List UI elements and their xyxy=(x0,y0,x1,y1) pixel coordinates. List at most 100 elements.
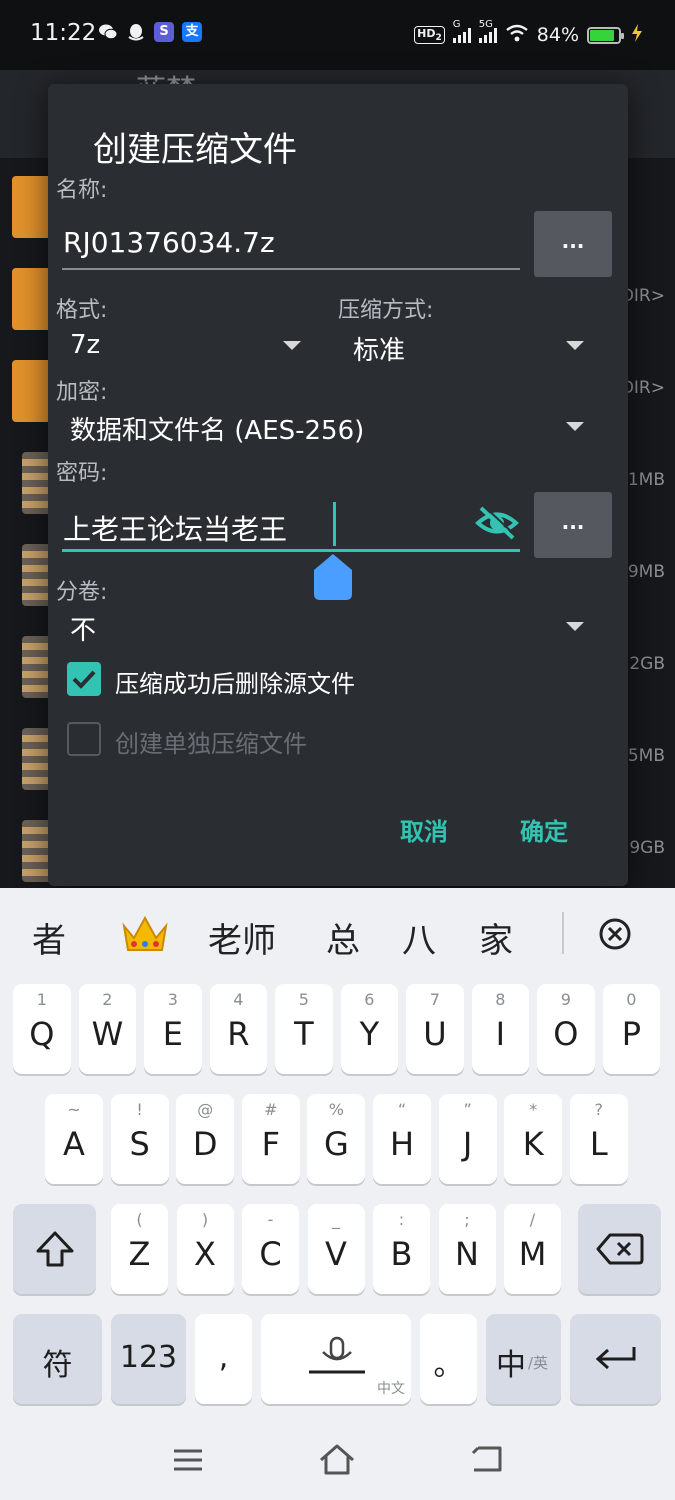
key-secondary-label: 1 xyxy=(36,990,47,1009)
menu-icon[interactable] xyxy=(172,1448,204,1476)
symbol-key[interactable]: 符 xyxy=(13,1314,102,1404)
name-input[interactable]: RJ01376034.7z xyxy=(63,226,275,259)
key-o[interactable]: 9O xyxy=(537,984,595,1074)
candidate-item[interactable]: 八 xyxy=(402,913,436,962)
key-primary-label: D xyxy=(192,1125,218,1163)
key-primary-label: N xyxy=(455,1235,479,1273)
key-secondary-label: ; xyxy=(464,1210,470,1229)
key-d[interactable]: @ D xyxy=(176,1094,235,1184)
cancel-button[interactable]: 取消 xyxy=(400,812,448,847)
method-label: 压缩方式: xyxy=(338,298,434,323)
key-r[interactable]: 4R xyxy=(209,984,268,1074)
key-l[interactable]: ? L xyxy=(569,1094,628,1184)
key-secondary-label: 3 xyxy=(167,990,178,1009)
chevron-down-icon[interactable] xyxy=(283,341,301,350)
create-archive-dialog: 创建压缩文件 名称: RJ01376034.7z ... 格式: 7z 压缩方式… xyxy=(48,84,628,886)
text-selection-handle[interactable] xyxy=(314,554,352,604)
key-c[interactable]: -C xyxy=(242,1204,299,1294)
shift-icon xyxy=(36,1231,74,1267)
key-k[interactable]: * K xyxy=(504,1094,563,1184)
password-label: 密码: xyxy=(56,461,108,486)
format-dropdown[interactable]: 7z xyxy=(70,330,100,360)
key-secondary-label: 5 xyxy=(298,990,309,1009)
key-secondary-label: 6 xyxy=(364,990,375,1009)
key-f[interactable]: # F xyxy=(241,1094,300,1184)
split-dropdown[interactable]: 不 xyxy=(70,610,96,647)
chevron-down-icon[interactable] xyxy=(566,622,584,631)
candidate-item[interactable]: 老师 xyxy=(208,913,276,962)
enter-key[interactable] xyxy=(570,1314,661,1404)
candidate-divider xyxy=(562,912,564,954)
backspace-icon xyxy=(596,1233,644,1265)
crown-emoji-icon[interactable] xyxy=(120,912,170,960)
delete-source-checkbox[interactable] xyxy=(67,662,101,696)
candidate-item[interactable]: 家 xyxy=(479,913,513,962)
password-more-button[interactable]: ... xyxy=(534,492,612,558)
comma-key[interactable]: , xyxy=(195,1314,252,1404)
close-candidates-icon[interactable] xyxy=(598,917,632,955)
key-w[interactable]: 2W xyxy=(78,984,137,1074)
key-secondary-label: - xyxy=(267,1210,274,1229)
list-item-size: 9MB xyxy=(627,562,665,582)
key-u[interactable]: 7U xyxy=(406,984,464,1074)
shift-key[interactable] xyxy=(13,1204,96,1294)
signal-sim2-icon: 5G xyxy=(478,19,497,43)
key-secondary-label: 7 xyxy=(429,990,440,1009)
candidate-item[interactable]: 总 xyxy=(326,913,360,962)
key-j[interactable]: ” J xyxy=(438,1094,497,1184)
key-primary-label: O xyxy=(553,1015,579,1053)
period-key[interactable]: 。 xyxy=(420,1314,477,1404)
key-primary-label: G xyxy=(323,1125,349,1163)
language-switch-key[interactable]: 中 /英 xyxy=(486,1314,561,1404)
chevron-down-icon[interactable] xyxy=(566,341,584,350)
backspace-key[interactable] xyxy=(578,1204,661,1294)
key-primary-label: W xyxy=(91,1015,124,1053)
key-x[interactable]: ) X xyxy=(176,1204,234,1294)
home-icon[interactable] xyxy=(318,1442,356,1480)
name-label: 名称: xyxy=(56,178,108,203)
battery-icon xyxy=(587,26,624,44)
wifi-icon xyxy=(505,24,529,47)
separate-archive-checkbox[interactable] xyxy=(67,722,101,756)
key-z[interactable]: (Z xyxy=(111,1204,168,1294)
key-s[interactable]: ! S xyxy=(110,1094,169,1184)
key-e[interactable]: 3E xyxy=(144,984,202,1074)
key-q[interactable]: 1Q xyxy=(13,984,71,1074)
space-key[interactable]: 中文 xyxy=(261,1314,411,1404)
key-h[interactable]: “H xyxy=(373,1094,431,1184)
candidate-item[interactable]: 者 xyxy=(32,913,66,962)
key-primary-label: V xyxy=(325,1235,347,1273)
charging-icon xyxy=(629,23,645,48)
back-icon[interactable] xyxy=(470,1444,504,1478)
key-secondary-label: / xyxy=(529,1210,536,1229)
key-secondary-label: ! xyxy=(136,1100,143,1119)
lang-sub-label: /英 xyxy=(528,1354,549,1372)
key-m[interactable]: / M xyxy=(504,1204,561,1294)
format-label: 格式: xyxy=(56,298,108,323)
key-g[interactable]: % G xyxy=(307,1094,366,1184)
key-p[interactable]: 0P xyxy=(602,984,661,1074)
separate-archive-label[interactable]: 创建单独压缩文件 xyxy=(115,724,307,759)
list-item-size: 2GB xyxy=(629,654,665,674)
key-secondary-label: 4 xyxy=(233,990,244,1009)
name-browse-button[interactable]: ... xyxy=(534,211,612,277)
key-v[interactable]: _ V xyxy=(307,1204,365,1294)
encryption-dropdown[interactable]: 数据和文件名 (AES-256) xyxy=(70,410,364,447)
key-i[interactable]: 8I xyxy=(471,984,530,1074)
key-primary-label: K xyxy=(522,1125,544,1163)
encryption-label: 加密: xyxy=(56,380,108,405)
key-a[interactable]: ~ A xyxy=(45,1094,103,1184)
ok-button[interactable]: 确定 xyxy=(520,812,568,847)
key-t[interactable]: 5T xyxy=(275,984,333,1074)
key-secondary-label: % xyxy=(328,1100,344,1119)
key-b[interactable]: :B xyxy=(373,1204,430,1294)
numbers-key[interactable]: 123 xyxy=(111,1314,186,1404)
key-n[interactable]: ; N xyxy=(438,1204,496,1294)
visibility-off-icon[interactable] xyxy=(474,504,520,546)
delete-source-label[interactable]: 压缩成功后删除源文件 xyxy=(115,664,355,699)
chevron-down-icon[interactable] xyxy=(566,422,584,431)
password-input[interactable]: 上老王论坛当老王 xyxy=(63,508,287,548)
key-y[interactable]: 6Y xyxy=(340,984,399,1074)
wechat-icon xyxy=(98,22,118,42)
method-dropdown[interactable]: 标准 xyxy=(353,330,405,367)
